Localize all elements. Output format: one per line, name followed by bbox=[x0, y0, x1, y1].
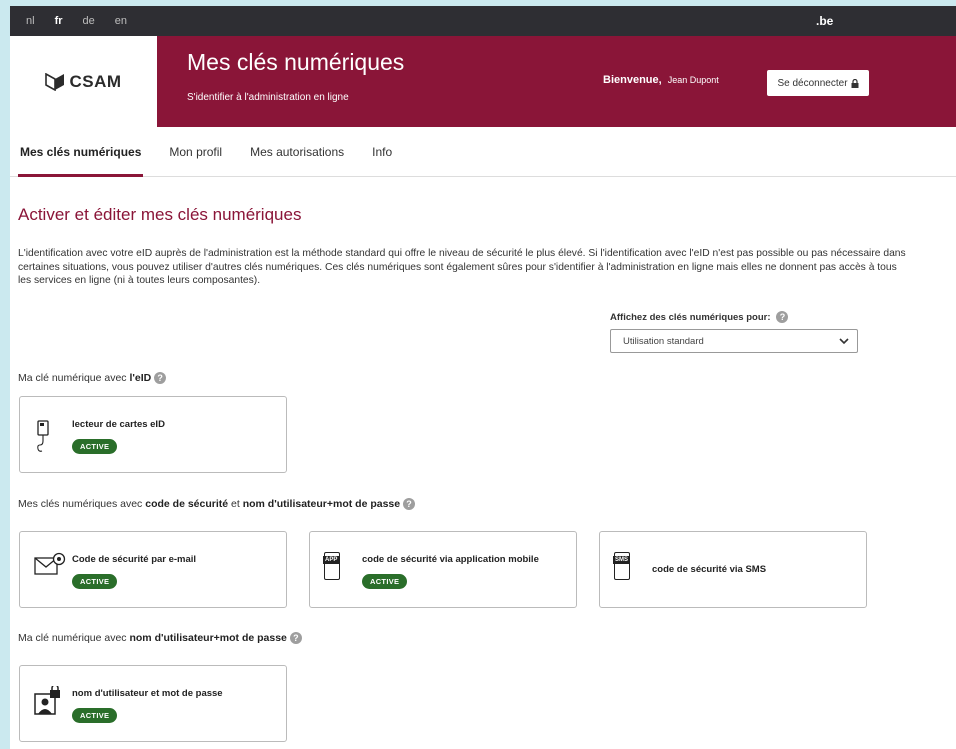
filter-label: Affichez des clés numériques pour: bbox=[610, 311, 771, 323]
logout-label: Se déconnecter bbox=[777, 77, 848, 89]
lang-fr[interactable]: fr bbox=[55, 15, 63, 27]
logout-button[interactable]: Se déconnecter bbox=[767, 70, 869, 96]
welcome-label: Bienvenue, bbox=[603, 74, 662, 86]
filter-label-row: Affichez des clés numériques pour: ? bbox=[610, 311, 858, 323]
section-eid-heading: Ma clé numérique avec l'eID ? bbox=[18, 372, 167, 385]
header: CSAM Mes clés numériques S'identifier à … bbox=[10, 36, 956, 127]
intro-text: L'identification avec votre eID auprès d… bbox=[18, 248, 906, 286]
user-name: Jean Dupont bbox=[667, 75, 719, 85]
card-sms-code-name: code de sécurité via SMS bbox=[652, 564, 767, 575]
sms-icon-label: SMS bbox=[613, 556, 631, 564]
app-icon-label: APP bbox=[323, 556, 340, 564]
section-code-middle: et bbox=[228, 498, 243, 510]
lang-en[interactable]: en bbox=[115, 15, 127, 27]
csam-logo[interactable]: CSAM bbox=[45, 72, 121, 92]
card-eid-reader[interactable]: lecteur de cartes eID ACTIVE bbox=[19, 396, 287, 473]
section-password-bold: nom d'utilisateur+mot de passe bbox=[129, 632, 287, 644]
status-badge: ACTIVE bbox=[72, 439, 118, 454]
filter-panel: Affichez des clés numériques pour: ? Uti… bbox=[610, 311, 858, 353]
logo-text: CSAM bbox=[69, 71, 122, 91]
status-badge: ACTIVE bbox=[362, 574, 408, 589]
section-password-prefix: Ma clé numérique avec bbox=[18, 632, 130, 644]
logo-area: CSAM bbox=[10, 36, 157, 127]
usage-select-value: Utilisation standard bbox=[623, 335, 704, 347]
tab-mes-cles[interactable]: Mes clés numériques bbox=[18, 127, 144, 177]
section-code-heading: Mes clés numériques avec code de sécurit… bbox=[18, 498, 416, 511]
lock-icon bbox=[851, 78, 859, 88]
be-domain-logo[interactable]: .be bbox=[816, 14, 833, 28]
section-eid-bold: l'eID bbox=[129, 372, 152, 384]
tab-mes-autorisations[interactable]: Mes autorisations bbox=[248, 127, 346, 177]
card-username-password-name: nom d'utilisateur et mot de passe bbox=[72, 688, 223, 699]
status-badge: ACTIVE bbox=[72, 708, 118, 723]
card-username-password[interactable]: nom d'utilisateur et mot de passe ACTIVE bbox=[19, 665, 287, 742]
page: nl fr de en .be CSAM Mes clés numériques… bbox=[10, 6, 956, 749]
chevron-down-icon bbox=[839, 337, 849, 344]
section-code-bold2: nom d'utilisateur+mot de passe bbox=[242, 498, 401, 510]
help-icon[interactable]: ? bbox=[154, 372, 167, 385]
page-title: Mes clés numériques bbox=[187, 49, 405, 75]
section-code-prefix: Mes clés numériques avec bbox=[18, 498, 146, 510]
usage-select[interactable]: Utilisation standard bbox=[610, 329, 858, 353]
card-mobile-app-code[interactable]: APP code de sécurité via application mob… bbox=[309, 531, 577, 608]
user-lock-icon bbox=[34, 686, 60, 715]
card-sms-code[interactable]: SMS code de sécurité via SMS bbox=[599, 531, 867, 608]
card-email-code-name: Code de sécurité par e-mail bbox=[72, 554, 197, 565]
card-mobile-app-code-name: code de sécurité via application mobile bbox=[362, 554, 539, 565]
section-code-bold1: code de sécurité bbox=[145, 498, 229, 510]
welcome-message: Bienvenue, Jean Dupont bbox=[603, 74, 719, 86]
lang-de[interactable]: de bbox=[83, 15, 95, 27]
language-bar: nl fr de en .be bbox=[10, 6, 956, 36]
main-content: Activer et éditer mes clés numériques L'… bbox=[10, 205, 956, 288]
card-eid-reader-name: lecteur de cartes eID bbox=[72, 419, 165, 430]
email-icon bbox=[34, 552, 66, 575]
section-eid-prefix: Ma clé numérique avec bbox=[18, 372, 130, 384]
card-email-code[interactable]: Code de sécurité par e-mail ACTIVE bbox=[19, 531, 287, 608]
mobile-app-icon: APP bbox=[323, 552, 340, 580]
lang-nl[interactable]: nl bbox=[26, 15, 35, 27]
sms-icon: SMS bbox=[613, 552, 631, 580]
header-banner: Mes clés numériques S'identifier à l'adm… bbox=[157, 36, 956, 127]
help-icon[interactable]: ? bbox=[776, 311, 789, 323]
section-password-heading: Ma clé numérique avec nom d'utilisateur+… bbox=[18, 632, 302, 645]
help-icon[interactable]: ? bbox=[289, 632, 302, 645]
help-icon[interactable]: ? bbox=[403, 498, 416, 511]
page-subtitle: S'identifier à l'administration en ligne bbox=[187, 92, 349, 103]
tab-info[interactable]: Info bbox=[370, 127, 394, 177]
csam-logo-icon bbox=[45, 72, 65, 91]
status-badge: ACTIVE bbox=[72, 574, 118, 589]
card-reader-icon bbox=[37, 420, 49, 452]
tab-mon-profil[interactable]: Mon profil bbox=[167, 127, 224, 177]
section-heading: Activer et éditer mes clés numériques bbox=[18, 205, 302, 224]
main-nav: Mes clés numériques Mon profil Mes autor… bbox=[10, 127, 956, 177]
